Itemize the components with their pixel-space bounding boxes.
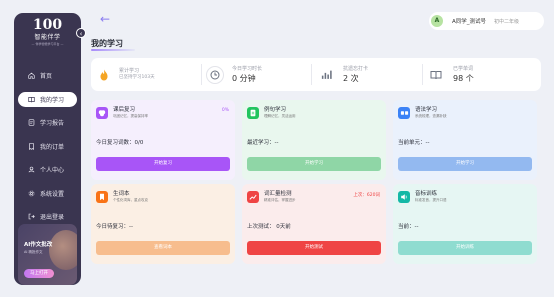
clock-icon	[206, 65, 224, 84]
card-description: 个性化词库，重点攻克	[113, 198, 148, 202]
stat-value: 98 个	[453, 73, 474, 83]
promo-title: AI作文批改	[24, 242, 53, 248]
card-action-button[interactable]: 开始学习	[398, 157, 532, 171]
sidebar-item-label: 个人中心	[40, 167, 65, 174]
stat-value: 0 分钟	[232, 73, 256, 83]
sidebar-item-label: 我的订单	[40, 143, 65, 151]
stat-words-learned: 已学单词 98 个	[427, 58, 474, 91]
card-stat: 今日复习词数：0/0	[96, 140, 144, 146]
trend-icon	[247, 191, 259, 203]
promo-card[interactable]: AI作文批改 AI 精批作文 马上打开	[18, 224, 77, 285]
divider	[311, 64, 312, 85]
card-vocab-test: 词汇量检测 精准评估，掌握进步 上次：620词上次测试： 0天前开始测试	[242, 184, 386, 264]
sidebar-item-logout[interactable]: 退出登录	[18, 209, 77, 224]
logo: 100 智能伴学 — 伴学智能学习平台 —	[14, 17, 81, 47]
bar-chart-icon	[317, 66, 335, 84]
card-title: 音标训练	[415, 191, 438, 197]
card-description: 巩固记忆，提高保持率	[113, 114, 148, 118]
card-action-button[interactable]: 开始测试	[247, 241, 381, 255]
stat-label: 已学单词	[453, 65, 474, 72]
sidebar: 100 智能伴学 — 伴学智能学习平台 — 首页 我的学习 学习报告 我的订单 …	[14, 13, 81, 285]
sidebar-item-settings[interactable]: 系统设置	[18, 186, 77, 201]
card-title: 例句学习	[264, 107, 287, 113]
order-icon	[28, 142, 35, 150]
user-chip[interactable]: A A同学_测试号 初中二年级	[429, 12, 544, 30]
card-phonetics: 音标训练 标准发音，提升口语当前：-- 开始训练	[393, 184, 537, 264]
sidebar-item-report[interactable]: 学习报告	[18, 115, 77, 130]
card-stat: 最近学习：--	[247, 140, 279, 146]
card-stat: 当前：--	[398, 224, 419, 230]
card-action-button[interactable]: 开始训练	[398, 241, 532, 255]
card-action-button[interactable]: 查看词本	[96, 241, 230, 255]
sidebar-item-orders[interactable]: 我的订单	[18, 139, 77, 154]
sidebar-item-my-learning[interactable]: 我的学习	[18, 91, 77, 107]
stat-total-learning: 累计学习 已坚持学习103天	[97, 58, 155, 91]
open-book-icon	[427, 66, 445, 84]
card-title: 课后复习	[113, 107, 136, 113]
logo-mark: 100	[32, 17, 63, 33]
divider	[422, 64, 423, 85]
card-title: 语法学习	[415, 107, 438, 113]
card-stat: 今日待复习：--	[96, 224, 133, 230]
stats-bar: 累计学习 已坚持学习103天 今日学习时长 0 分钟 抗遗忘打卡 2 次 已学单…	[91, 58, 541, 91]
card-stat: 上次测试： 0天前	[247, 224, 291, 230]
card-description: 标准发音，提升口语	[415, 198, 447, 202]
sidebar-item-profile[interactable]: 个人中心	[18, 162, 77, 177]
user-icon	[28, 166, 35, 173]
logo-subtitle: — 伴学智能学习平台 —	[31, 42, 64, 46]
sidebar-item-label: 我的学习	[40, 96, 65, 104]
stat-today-duration: 今日学习时长 0 分钟	[206, 58, 262, 91]
card-action-button[interactable]: 开始学习	[247, 157, 381, 171]
card-review: 课后复习 巩固记忆，提高保持率 0% 今日复习词数：0/0 开始复习	[91, 100, 235, 180]
card-title: 词汇量检测	[264, 191, 292, 197]
home-icon	[28, 72, 35, 79]
stat-label: 累计学习	[119, 68, 140, 74]
user-name: A同学_测试号	[452, 19, 487, 25]
card-description: 理解记忆，灵活运用	[264, 114, 296, 118]
avatar: A	[431, 15, 443, 27]
card-description: 精准评估，掌握进步	[264, 198, 296, 202]
stat-checkin: 抗遗忘打卡 2 次	[317, 58, 368, 91]
sidebar-item-label: 学习报告	[40, 120, 65, 127]
user-grade: 初中二年级	[494, 18, 520, 25]
bookmark-icon	[96, 191, 108, 203]
stat-sub: 已坚持学习103天	[119, 75, 155, 80]
glasses-icon	[398, 107, 410, 119]
stat-label: 抗遗忘打卡	[343, 65, 369, 72]
speaker-icon	[398, 191, 410, 203]
divider	[201, 64, 202, 85]
card-example-sentences: 例句学习 理解记忆，灵活运用最近学习：-- 开始学习	[242, 100, 386, 180]
sidebar-item-label: 系统设置	[40, 190, 65, 198]
stat-value: 2 次	[343, 73, 359, 83]
promo-illustration	[49, 230, 77, 270]
page-title: 我的学习	[91, 39, 123, 48]
book-icon	[28, 96, 35, 103]
note-icon	[247, 107, 259, 119]
sidebar-nav: 首页 我的学习 学习报告 我的订单 个人中心 系统设置 退出登录	[14, 68, 81, 233]
sidebar-item-label: 退出登录	[40, 214, 65, 221]
logout-icon	[28, 213, 35, 220]
logo-name: 智能伴学	[34, 34, 61, 41]
card-title: 生词本	[113, 191, 130, 197]
flame-icon	[97, 68, 111, 82]
sidebar-collapse-button[interactable]: ‹	[76, 28, 86, 38]
stat-label: 今日学习时长	[232, 65, 263, 72]
back-button[interactable]: ←	[100, 11, 120, 27]
card-vocab-book: 生词本 个性化词库，重点攻克今日待复习：-- 查看词本	[91, 184, 235, 264]
card-action-button[interactable]: 开始复习	[96, 157, 230, 171]
brain-icon	[96, 107, 108, 119]
card-badge: 上次：620词	[353, 193, 380, 198]
title-underline	[91, 49, 135, 51]
promo-subtitle: AI 精批作文	[24, 250, 43, 254]
sidebar-item-label: 首页	[40, 73, 53, 80]
promo-open-button[interactable]: 马上打开	[24, 269, 54, 278]
card-stat: 当前单元：--	[398, 140, 430, 146]
sidebar-item-home[interactable]: 首页	[18, 68, 77, 83]
card-badge: 0%	[221, 108, 229, 113]
card-description: 系统梳理，查漏补缺	[415, 114, 447, 118]
report-icon	[28, 119, 35, 126]
gear-icon	[28, 190, 35, 197]
card-grammar: 语法学习 系统梳理，查漏补缺当前单元：-- 开始学习	[393, 100, 537, 180]
